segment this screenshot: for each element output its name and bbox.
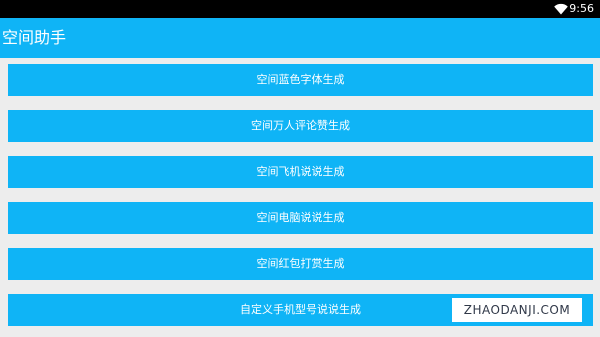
status-time: 9:56 — [569, 2, 594, 15]
wifi-icon — [554, 3, 568, 15]
blue-font-generate-button[interactable]: 空间蓝色字体生成 — [8, 64, 593, 96]
status-bar: 9:56 — [0, 0, 600, 18]
airplane-post-generate-button[interactable]: 空间飞机说说生成 — [8, 156, 593, 188]
app-title: 空间助手 — [2, 28, 67, 47]
computer-post-generate-button[interactable]: 空间电脑说说生成 — [8, 202, 593, 234]
mass-comment-like-generate-button[interactable]: 空间万人评论赞生成 — [8, 110, 593, 142]
app-bar: 空间助手 — [0, 18, 600, 58]
watermark: ZHAODANJI.COM — [452, 298, 582, 322]
red-packet-reward-generate-button[interactable]: 空间红包打赏生成 — [8, 248, 593, 280]
